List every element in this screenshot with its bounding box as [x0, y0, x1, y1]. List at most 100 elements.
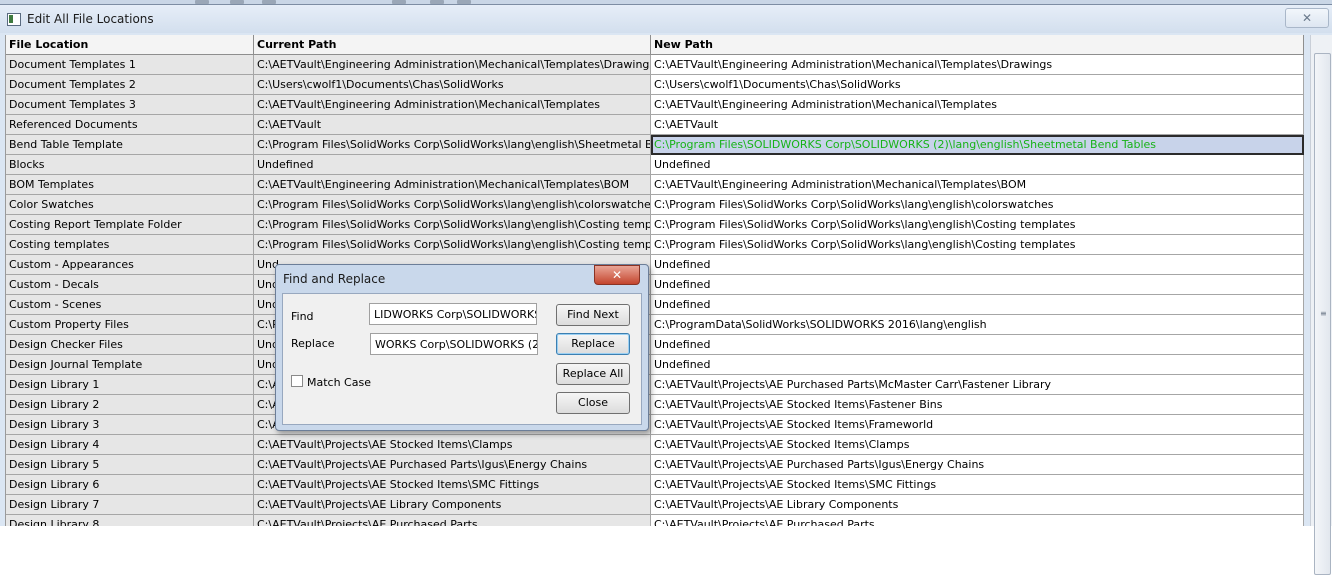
file-location-cell: Design Library 7: [6, 495, 254, 515]
file-location-cell: Document Templates 3: [6, 95, 254, 115]
table-row[interactable]: Design Library 7 C:\AETVault\Projects\AE …: [6, 495, 1304, 515]
replace-label: Replace: [291, 337, 335, 350]
find-label: Find: [291, 310, 314, 323]
new-path-cell[interactable]: Undefined: [651, 295, 1304, 315]
table-row[interactable]: Document Templates 2 C:\Users\cwolf1\Docu…: [6, 75, 1304, 95]
column-header-new-path[interactable]: New Path: [651, 35, 1304, 54]
table-row[interactable]: Design Library 4 C:\AETVault\Projects\AE …: [6, 435, 1304, 455]
table-row[interactable]: Blocks Undefined Undefined: [6, 155, 1304, 175]
table-row[interactable]: Bend Table Template C:\Program Files\Soli…: [6, 135, 1304, 155]
dialog-body: Find LIDWORKS Corp\SOLIDWORKS Replace WO…: [282, 293, 642, 425]
file-location-cell: Design Library 8: [6, 515, 254, 526]
current-path-cell: C:\AETVault\Projects\AE Purchased Parts\…: [254, 455, 651, 475]
table-row[interactable]: Design Checker Files Und Undefined: [6, 335, 1304, 355]
file-location-cell: Bend Table Template: [6, 135, 254, 155]
new-path-cell[interactable]: C:\AETVault: [651, 115, 1304, 135]
vertical-scrollbar[interactable]: ≡: [1310, 35, 1332, 575]
new-path-cell[interactable]: C:\Program Files\SOLIDWORKS Corp\SOLIDWO…: [651, 135, 1304, 155]
current-path-cell: C:\AETVault\Engineering Administration\M…: [254, 55, 651, 75]
window-titlebar[interactable]: Edit All File Locations ✕: [0, 5, 1332, 33]
table-row[interactable]: Costing templates C:\Program Files\SolidW…: [6, 235, 1304, 255]
column-header-current-path[interactable]: Current Path: [254, 35, 651, 54]
match-case-label[interactable]: Match Case: [307, 376, 371, 389]
file-location-cell: Blocks: [6, 155, 254, 175]
new-path-cell[interactable]: C:\Program Files\SolidWorks Corp\SolidWo…: [651, 215, 1304, 235]
file-location-cell: Costing Report Template Folder: [6, 215, 254, 235]
table-row[interactable]: Document Templates 3 C:\AETVault\Engineer…: [6, 95, 1304, 115]
new-path-cell[interactable]: C:\Program Files\SolidWorks Corp\SolidWo…: [651, 235, 1304, 255]
current-path-cell: C:\Program Files\SolidWorks Corp\SolidWo…: [254, 215, 651, 235]
dialog-close-x-button[interactable]: ✕: [594, 265, 640, 285]
table-row[interactable]: Document Templates 1 C:\AETVault\Engineer…: [6, 55, 1304, 75]
table-row[interactable]: Color Swatches C:\Program Files\SolidWork…: [6, 195, 1304, 215]
new-path-cell[interactable]: C:\AETVault\Engineering Administration\M…: [651, 175, 1304, 195]
file-location-cell: Costing templates: [6, 235, 254, 255]
file-location-cell: Custom Property Files: [6, 315, 254, 335]
new-path-cell[interactable]: C:\AETVault\Projects\AE Library Componen…: [651, 495, 1304, 515]
file-location-cell: Design Checker Files: [6, 335, 254, 355]
file-location-cell: Design Library 1: [6, 375, 254, 395]
table-row[interactable]: Design Library 2 C:\A C:\AETVault\Projects…: [6, 395, 1304, 415]
find-input[interactable]: LIDWORKS Corp\SOLIDWORKS: [369, 303, 537, 325]
table-row[interactable]: Costing Report Template Folder C:\Program…: [6, 215, 1304, 235]
table-row[interactable]: Design Library 8 C:\AETVault\Projects\AE …: [6, 515, 1304, 526]
close-button[interactable]: Close: [556, 392, 630, 414]
edit-file-locations-window: Edit All File Locations ✕ File Location …: [0, 4, 1332, 575]
new-path-cell[interactable]: C:\AETVault\Projects\AE Purchased Parts: [651, 515, 1304, 526]
file-location-cell: Design Library 2: [6, 395, 254, 415]
replace-button[interactable]: Replace: [556, 333, 630, 355]
table-row[interactable]: Referenced Documents C:\AETVault C:\AETVau…: [6, 115, 1304, 135]
file-location-cell: Custom - Decals: [6, 275, 254, 295]
file-location-cell: Design Library 4: [6, 435, 254, 455]
new-path-cell[interactable]: Undefined: [651, 355, 1304, 375]
new-path-cell[interactable]: Undefined: [651, 155, 1304, 175]
current-path-cell: C:\Program Files\SolidWorks Corp\SolidWo…: [254, 195, 651, 215]
file-location-cell: Color Swatches: [6, 195, 254, 215]
new-path-cell[interactable]: C:\AETVault\Engineering Administration\M…: [651, 55, 1304, 75]
table-row[interactable]: Design Journal Template Und Undefined: [6, 355, 1304, 375]
match-case-checkbox[interactable]: [291, 375, 303, 387]
new-path-cell[interactable]: C:\AETVault\Projects\AE Stocked Items\Fa…: [651, 395, 1304, 415]
new-path-cell[interactable]: Undefined: [651, 335, 1304, 355]
table-row[interactable]: Custom - Scenes Und Undefined: [6, 295, 1304, 315]
window-title: Edit All File Locations: [27, 12, 154, 26]
replace-input[interactable]: WORKS Corp\SOLIDWORKS (2): [370, 333, 538, 355]
current-path-cell: C:\Users\cwolf1\Documents\Chas\SolidWork…: [254, 75, 651, 95]
table-row[interactable]: Design Library 6 C:\AETVault\Projects\AE …: [6, 475, 1304, 495]
current-path-cell: Undefined: [254, 155, 651, 175]
table-row[interactable]: Design Library 3 C:\AETVault\Projects\AE …: [6, 415, 1304, 435]
table-row[interactable]: Custom - Appearances Und Undefined: [6, 255, 1304, 275]
new-path-cell[interactable]: C:\AETVault\Projects\AE Stocked Items\Cl…: [651, 435, 1304, 455]
current-path-cell: C:\AETVault\Engineering Administration\M…: [254, 175, 651, 195]
file-location-cell: Document Templates 2: [6, 75, 254, 95]
table-row[interactable]: BOM Templates C:\AETVault\Engineering Adm…: [6, 175, 1304, 195]
replace-all-button[interactable]: Replace All: [556, 363, 630, 385]
table-row[interactable]: Custom Property Files C:\P C:\ProgramData\…: [6, 315, 1304, 335]
new-path-cell[interactable]: C:\AETVault\Projects\AE Stocked Items\SM…: [651, 475, 1304, 495]
table-row[interactable]: Design Library 5 C:\AETVault\Projects\AE …: [6, 455, 1304, 475]
find-next-button[interactable]: Find Next: [556, 304, 630, 326]
new-path-cell[interactable]: Undefined: [651, 255, 1304, 275]
window-close-button[interactable]: ✕: [1285, 8, 1329, 28]
new-path-cell[interactable]: C:\Users\cwolf1\Documents\Chas\SolidWork…: [651, 75, 1304, 95]
new-path-cell[interactable]: C:\AETVault\Engineering Administration\M…: [651, 95, 1304, 115]
table-row[interactable]: Custom - Decals Und Undefined: [6, 275, 1304, 295]
current-path-cell: C:\AETVault\Projects\AE Purchased Parts: [254, 515, 651, 526]
file-location-cell: Custom - Appearances: [6, 255, 254, 275]
grid-header: File Location Current Path New Path: [6, 35, 1304, 55]
file-location-cell: Design Journal Template: [6, 355, 254, 375]
table-row[interactable]: Design Library 1 C:\A C:\AETVault\Projects…: [6, 375, 1304, 395]
file-location-cell: Referenced Documents: [6, 115, 254, 135]
new-path-cell[interactable]: C:\AETVault\Projects\AE Stocked Items\Fr…: [651, 415, 1304, 435]
new-path-cell[interactable]: C:\ProgramData\SolidWorks\SOLIDWORKS 201…: [651, 315, 1304, 335]
column-header-file-location[interactable]: File Location: [6, 35, 254, 54]
grid-rows: Document Templates 1 C:\AETVault\Engineer…: [6, 55, 1304, 526]
current-path-cell: C:\AETVault\Engineering Administration\M…: [254, 95, 651, 115]
file-locations-grid: File Location Current Path New Path Docu…: [5, 35, 1304, 526]
new-path-cell[interactable]: C:\AETVault\Projects\AE Purchased Parts\…: [651, 375, 1304, 395]
new-path-cell[interactable]: Undefined: [651, 275, 1304, 295]
new-path-cell[interactable]: C:\AETVault\Projects\AE Purchased Parts\…: [651, 455, 1304, 475]
scrollbar-thumb[interactable]: ≡: [1314, 53, 1331, 575]
new-path-cell[interactable]: C:\Program Files\SolidWorks Corp\SolidWo…: [651, 195, 1304, 215]
file-location-cell: Design Library 6: [6, 475, 254, 495]
